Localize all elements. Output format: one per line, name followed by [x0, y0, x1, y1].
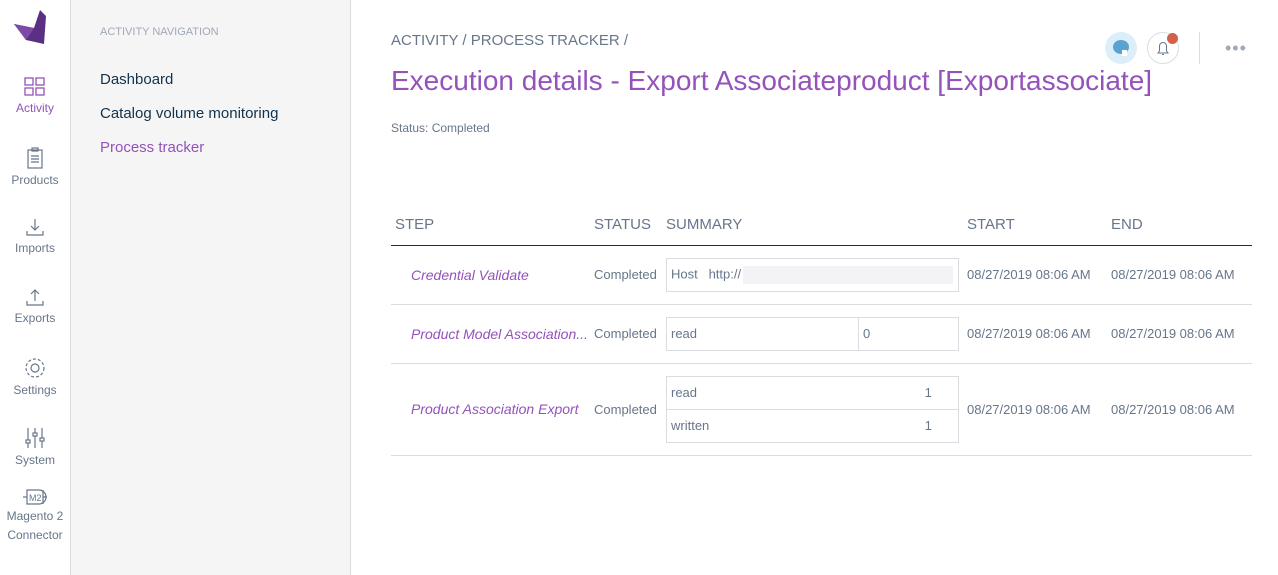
redacted-url: [743, 265, 954, 284]
divider: [1199, 32, 1200, 64]
nav-item-dashboard[interactable]: Dashboard: [100, 71, 173, 88]
rail-item-products[interactable]: Products: [0, 147, 70, 187]
col-status: Status: [590, 205, 662, 246]
steps-table: Step Status Summary Start End Credential…: [391, 205, 1252, 456]
step-start: 08/27/2019 08:06 AM: [963, 245, 1107, 305]
page-title: Execution details - Export Associateprod…: [391, 65, 1153, 96]
table-row: Product Association Export Completed rea…: [391, 363, 1252, 456]
summary-value: 1: [898, 375, 959, 410]
summary-box: read 0: [666, 316, 959, 351]
col-start: Start: [963, 205, 1107, 246]
rail-item-system[interactable]: System: [0, 427, 70, 467]
step-start: 08/27/2019 08:06 AM: [963, 304, 1107, 364]
akeneo-logo[interactable]: [12, 10, 48, 44]
rail-item-imports[interactable]: Imports: [0, 217, 70, 255]
table-row: Product Model Association... Completed r…: [391, 304, 1252, 364]
summary-box: Host http://: [666, 257, 959, 292]
summary-row: Host http://: [666, 257, 959, 292]
nav-item-process-tracker[interactable]: Process tracker: [100, 139, 204, 156]
panel-header: Activity navigation: [100, 26, 219, 38]
col-end: End: [1107, 205, 1252, 246]
step-status: Completed: [590, 304, 662, 364]
export-icon: [26, 289, 44, 306]
m2-icon: M2: [23, 489, 47, 505]
step-end: 08/27/2019 08:06 AM: [1107, 245, 1252, 305]
nav-item-catalog-volume[interactable]: Catalog volume monitoring: [100, 105, 278, 122]
import-icon: [26, 219, 44, 236]
summary-value: 0: [858, 316, 959, 351]
activity-navigation-panel: Activity navigation Dashboard Catalog vo…: [71, 0, 351, 575]
step-end: 08/27/2019 08:06 AM: [1107, 304, 1252, 364]
gear-icon: [25, 358, 45, 378]
col-summary: Summary: [662, 205, 963, 246]
sliders-icon: [25, 428, 45, 448]
avatar-icon: [1113, 40, 1129, 56]
table-row: Credential Validate Completed Host http:…: [391, 245, 1252, 305]
step-name: Product Model Association...: [391, 304, 590, 364]
rail-item-exports[interactable]: Exports: [0, 287, 70, 325]
summary-value: 1: [898, 408, 959, 443]
col-step: Step: [391, 205, 590, 246]
step-name: Credential Validate: [391, 245, 590, 305]
grid-icon: [24, 77, 45, 96]
step-status: Completed: [590, 245, 662, 305]
rail-item-settings[interactable]: Settings: [0, 357, 70, 397]
user-avatar[interactable]: [1105, 32, 1137, 64]
step-start: 08/27/2019 08:06 AM: [963, 363, 1107, 456]
rail-item-activity[interactable]: Activity: [0, 77, 70, 115]
summary-key: written: [666, 408, 899, 443]
main-nav-rail: Activity Products Imports Exports Settin…: [0, 0, 71, 575]
clipboard-icon: [27, 147, 43, 169]
execution-status: Status: Completed: [391, 121, 490, 135]
step-end: 08/27/2019 08:06 AM: [1107, 363, 1252, 456]
summary-box: read 1 written 1: [666, 375, 959, 443]
summary-key: read: [666, 375, 899, 410]
step-name: Product Association Export: [391, 363, 590, 456]
notification-badge: [1167, 33, 1178, 44]
step-status: Completed: [590, 363, 662, 456]
breadcrumb[interactable]: ACTIVITY / PROCESS TRACKER /: [391, 32, 628, 49]
rail-item-magento-connector[interactable]: M2 Magento 2 Connector: [0, 487, 70, 545]
more-options-icon[interactable]: •••: [1225, 38, 1247, 59]
svg-text:M2: M2: [29, 493, 42, 503]
summary-key: read: [666, 316, 859, 351]
